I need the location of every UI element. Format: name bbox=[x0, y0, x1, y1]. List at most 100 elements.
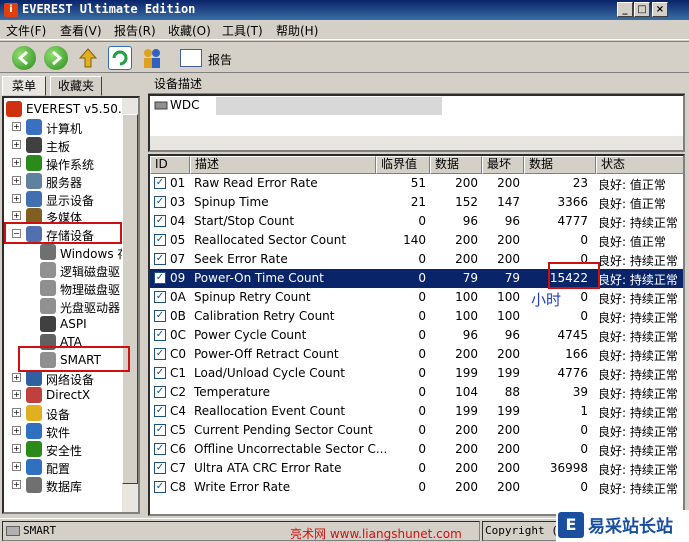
tree-node-icon bbox=[6, 101, 22, 117]
cell-threshold: 51 bbox=[410, 176, 426, 190]
up-arrow-icon[interactable] bbox=[76, 46, 100, 70]
row-checkbox[interactable]: ✓ bbox=[154, 196, 166, 208]
cell-description: Start/Stop Count bbox=[194, 214, 295, 228]
row-checkbox[interactable]: ✓ bbox=[154, 386, 166, 398]
cell-description: Temperature bbox=[194, 385, 271, 399]
cell-data: 3366 bbox=[557, 195, 588, 209]
maximize-button[interactable]: □ bbox=[634, 2, 650, 17]
menu-tools[interactable]: 工具(T) bbox=[222, 22, 263, 39]
cell-threshold: 0 bbox=[418, 404, 426, 418]
drive-icon bbox=[6, 526, 20, 536]
tree-expander-icon[interactable]: + bbox=[12, 462, 21, 471]
row-checkbox[interactable]: ✓ bbox=[154, 310, 166, 322]
tree-node-icon bbox=[26, 476, 42, 493]
tree-expander-icon[interactable]: + bbox=[12, 372, 21, 382]
table-row[interactable]: ✓ 0A Spinup Retry Count 0 100 100 0 良好: 持续正常 bbox=[150, 288, 683, 307]
tree-expander-icon[interactable]: + bbox=[12, 157, 21, 167]
tree-expander-icon[interactable]: + bbox=[12, 175, 21, 185]
row-checkbox[interactable]: ✓ bbox=[154, 481, 166, 493]
col-data[interactable]: 数据 bbox=[524, 156, 596, 174]
row-checkbox[interactable]: ✓ bbox=[154, 329, 166, 341]
device-name[interactable]: WDC bbox=[170, 98, 199, 112]
row-checkbox[interactable]: ✓ bbox=[154, 367, 166, 379]
table-row[interactable]: ✓ C4 Reallocation Event Count 0 199 199 1 良好: 持… bbox=[150, 402, 683, 421]
row-checkbox[interactable]: ✓ bbox=[154, 443, 166, 455]
tree-item-label: 配置 bbox=[46, 462, 71, 476]
table-row[interactable]: ✓ C8 Write Error Rate 0 200 200 0 良好: 持续正常 bbox=[150, 478, 683, 497]
tree-expander-icon[interactable]: + bbox=[12, 426, 21, 436]
menu-report[interactable]: 报告(R) bbox=[114, 22, 156, 39]
cell-description: Calibration Retry Count bbox=[194, 309, 335, 323]
tab-menu[interactable]: 菜单 bbox=[2, 76, 46, 96]
row-checkbox[interactable]: ✓ bbox=[154, 177, 166, 189]
cell-id: 0A bbox=[170, 290, 186, 304]
menu-help[interactable]: 帮助(H) bbox=[276, 22, 318, 39]
col-worst[interactable]: 最坏 bbox=[482, 156, 524, 174]
menu-view[interactable]: 查看(V) bbox=[60, 22, 102, 39]
cell-data: 0 bbox=[580, 233, 588, 247]
menu-favorites[interactable]: 收藏(O) bbox=[168, 22, 211, 39]
col-threshold[interactable]: 临界值 bbox=[376, 156, 430, 174]
cell-worst: 96 bbox=[504, 328, 520, 342]
row-checkbox[interactable]: ✓ bbox=[154, 291, 166, 303]
tree-expander-icon[interactable]: + bbox=[12, 444, 21, 454]
cell-worst: 200 bbox=[497, 252, 520, 266]
table-row[interactable]: ✓ 07 Seek Error Rate 0 200 200 0 良好: 持续正常 bbox=[150, 250, 683, 269]
row-checkbox[interactable]: ✓ bbox=[154, 424, 166, 436]
table-row[interactable]: ✓ 03 Spinup Time 21 152 147 3366 良好: 值正常 bbox=[150, 193, 683, 212]
cell-threshold: 0 bbox=[418, 347, 426, 361]
cell-description: Reallocated Sector Count bbox=[194, 233, 347, 247]
col-status[interactable]: 状态 bbox=[596, 156, 683, 174]
table-row[interactable]: ✓ 0B Calibration Retry Count 0 100 100 0 良好: 持续… bbox=[150, 307, 683, 326]
table-row[interactable]: ✓ 09 Power-On Time Count 0 79 79 15422 良好: 持续正常 bbox=[150, 269, 683, 288]
minimize-button[interactable]: _ bbox=[617, 2, 633, 17]
tab-favorites[interactable]: 收藏夹 bbox=[50, 76, 102, 96]
cell-data: 36998 bbox=[549, 461, 588, 475]
tree-expander-icon[interactable]: + bbox=[12, 211, 21, 221]
back-arrow-icon[interactable] bbox=[12, 46, 36, 70]
cell-status: 良好: 持续正常 bbox=[598, 387, 678, 401]
cell-value: 96 bbox=[462, 214, 478, 228]
tree-scrollbar-thumb[interactable] bbox=[122, 114, 138, 484]
forward-arrow-icon[interactable] bbox=[44, 46, 68, 70]
table-row[interactable]: ✓ 01 Raw Read Error Rate 51 200 200 23 良好: 值正常 bbox=[150, 174, 683, 193]
tree-expander-icon[interactable]: + bbox=[12, 193, 21, 203]
refresh-icon[interactable] bbox=[108, 46, 132, 70]
row-checkbox[interactable]: ✓ bbox=[154, 348, 166, 360]
table-row[interactable]: ✓ C1 Load/Unload Cycle Count 0 199 199 4776 良好:… bbox=[150, 364, 683, 383]
row-checkbox[interactable]: ✓ bbox=[154, 272, 166, 284]
cell-value: 199 bbox=[455, 404, 478, 418]
users-icon[interactable] bbox=[140, 46, 164, 70]
table-row[interactable]: ✓ C7 Ultra ATA CRC Error Rate 0 200 200 36998 良… bbox=[150, 459, 683, 478]
tree-expander-icon[interactable]: + bbox=[12, 139, 21, 149]
tree-expander-icon[interactable]: + bbox=[12, 121, 21, 131]
cell-value: 200 bbox=[455, 252, 478, 266]
cell-description: Power-Off Retract Count bbox=[194, 347, 339, 361]
tree-scrollbar[interactable] bbox=[122, 98, 138, 512]
table-row[interactable]: ✓ 0C Power Cycle Count 0 96 96 4745 良好: 持续正常 bbox=[150, 326, 683, 345]
tree-expander-icon[interactable]: + bbox=[12, 408, 21, 418]
table-row[interactable]: ✓ 05 Reallocated Sector Count 140 200 200 0 良好:… bbox=[150, 231, 683, 250]
row-checkbox[interactable]: ✓ bbox=[154, 253, 166, 265]
col-id[interactable]: ID bbox=[150, 156, 190, 174]
description-scrollbar[interactable] bbox=[150, 136, 683, 150]
row-checkbox[interactable]: ✓ bbox=[154, 462, 166, 474]
menu-file[interactable]: 文件(F) bbox=[6, 22, 46, 39]
table-row[interactable]: ✓ C2 Temperature 0 104 88 39 良好: 持续正常 bbox=[150, 383, 683, 402]
col-description[interactable]: 描述 bbox=[190, 156, 376, 174]
cell-id: C7 bbox=[170, 461, 187, 475]
table-row[interactable]: ✓ C6 Offline Uncorrectable Sector C... 0 200… bbox=[150, 440, 683, 459]
cell-data: 0 bbox=[580, 309, 588, 323]
table-row[interactable]: ✓ C5 Current Pending Sector Count 0 200 200 0 良… bbox=[150, 421, 683, 440]
cell-worst: 100 bbox=[497, 290, 520, 304]
tree-item-label: 服务器 bbox=[46, 175, 83, 190]
row-checkbox[interactable]: ✓ bbox=[154, 215, 166, 227]
row-checkbox[interactable]: ✓ bbox=[154, 405, 166, 417]
close-button[interactable]: × bbox=[652, 2, 668, 17]
tree-expander-icon[interactable]: + bbox=[12, 390, 21, 400]
table-row[interactable]: ✓ 04 Start/Stop Count 0 96 96 4777 良好: 持续正常 bbox=[150, 212, 683, 231]
tree-expander-icon[interactable]: + bbox=[12, 479, 21, 489]
table-row[interactable]: ✓ C0 Power-Off Retract Count 0 200 200 166 良好: … bbox=[150, 345, 683, 364]
col-value[interactable]: 数据 bbox=[430, 156, 482, 174]
row-checkbox[interactable]: ✓ bbox=[154, 234, 166, 246]
